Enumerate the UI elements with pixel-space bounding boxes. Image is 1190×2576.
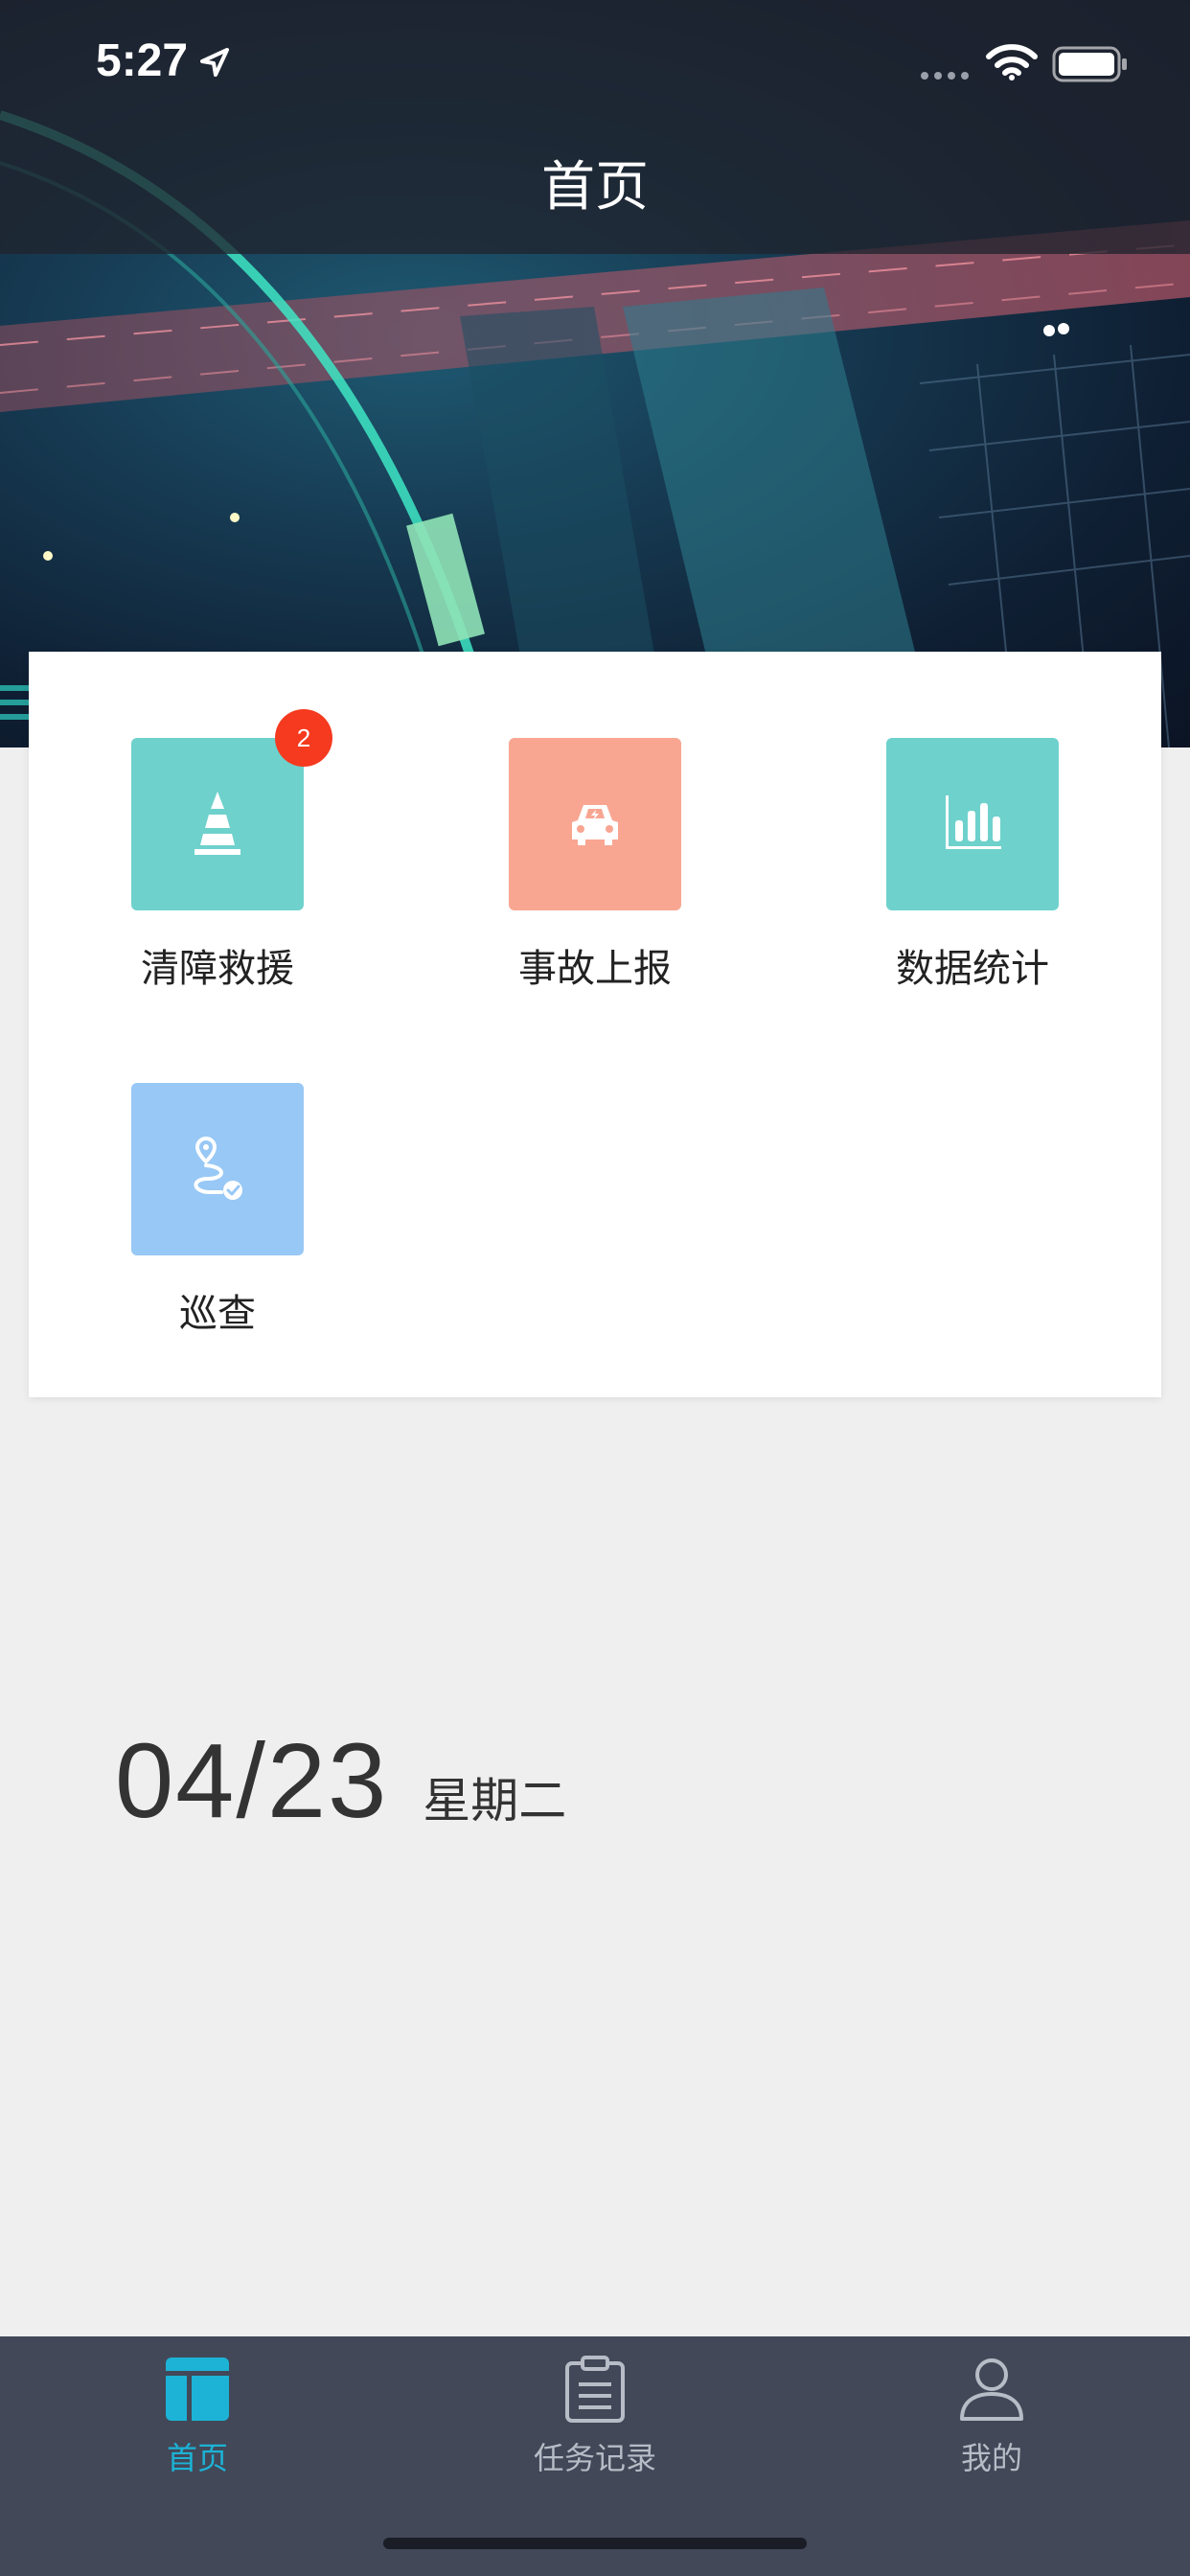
tab-label: 首页: [166, 2440, 228, 2476]
cellular-signal-icon: [921, 72, 969, 80]
menu-item-label: 事故上报: [518, 947, 672, 991]
menu-item-label: 清障救援: [141, 947, 294, 991]
date-weekday: 星期二: [423, 1773, 567, 1828]
bar-chart-icon: [946, 795, 1001, 849]
wifi-icon: [986, 44, 1038, 80]
tab-mine[interactable]: 我的: [877, 2356, 1107, 2478]
menu-item-label: 数据统计: [896, 947, 1049, 991]
menu-item-icon-box: [886, 738, 1059, 910]
clipboard-icon: [565, 2356, 625, 2423]
location-arrow-icon: [200, 48, 229, 77]
menu-card: 2 清障救援 事故上报 数据统计 巡查: [29, 652, 1161, 1397]
page-title: 首页: [541, 156, 649, 218]
home-indicator: [383, 2538, 807, 2549]
hero-banner: [0, 0, 1190, 748]
user-icon: [960, 2358, 1023, 2421]
menu-item-accident-report[interactable]: 事故上报: [480, 738, 710, 993]
menu-item-data-statistics[interactable]: 数据统计: [858, 738, 1087, 993]
route-check-icon: [194, 1136, 242, 1200]
menu-item-icon-box: [131, 1083, 304, 1255]
notification-badge: 2: [275, 709, 332, 767]
date-day: 04/23: [115, 1722, 389, 1840]
tab-task-records[interactable]: 任务记录: [480, 2356, 710, 2478]
menu-item-icon-box: [509, 738, 681, 910]
tab-label: 我的: [960, 2440, 1022, 2476]
menu-item-label: 巡查: [179, 1292, 256, 1336]
battery-icon: [1052, 46, 1127, 82]
menu-item-clearance-rescue[interactable]: 2 清障救援: [103, 709, 332, 993]
menu-item-patrol[interactable]: 巡查: [103, 1083, 332, 1338]
tab-home[interactable]: 首页: [82, 2356, 312, 2478]
tab-label: 任务记录: [533, 2440, 656, 2476]
car-accident-icon: [572, 805, 618, 845]
traffic-cone-icon: [195, 792, 240, 855]
date-display: 04/23 星期二: [115, 1720, 566, 1842]
menu-item-icon-box: 2: [131, 709, 332, 910]
status-time: 5:27: [96, 35, 189, 86]
home-grid-icon: [166, 2358, 229, 2421]
